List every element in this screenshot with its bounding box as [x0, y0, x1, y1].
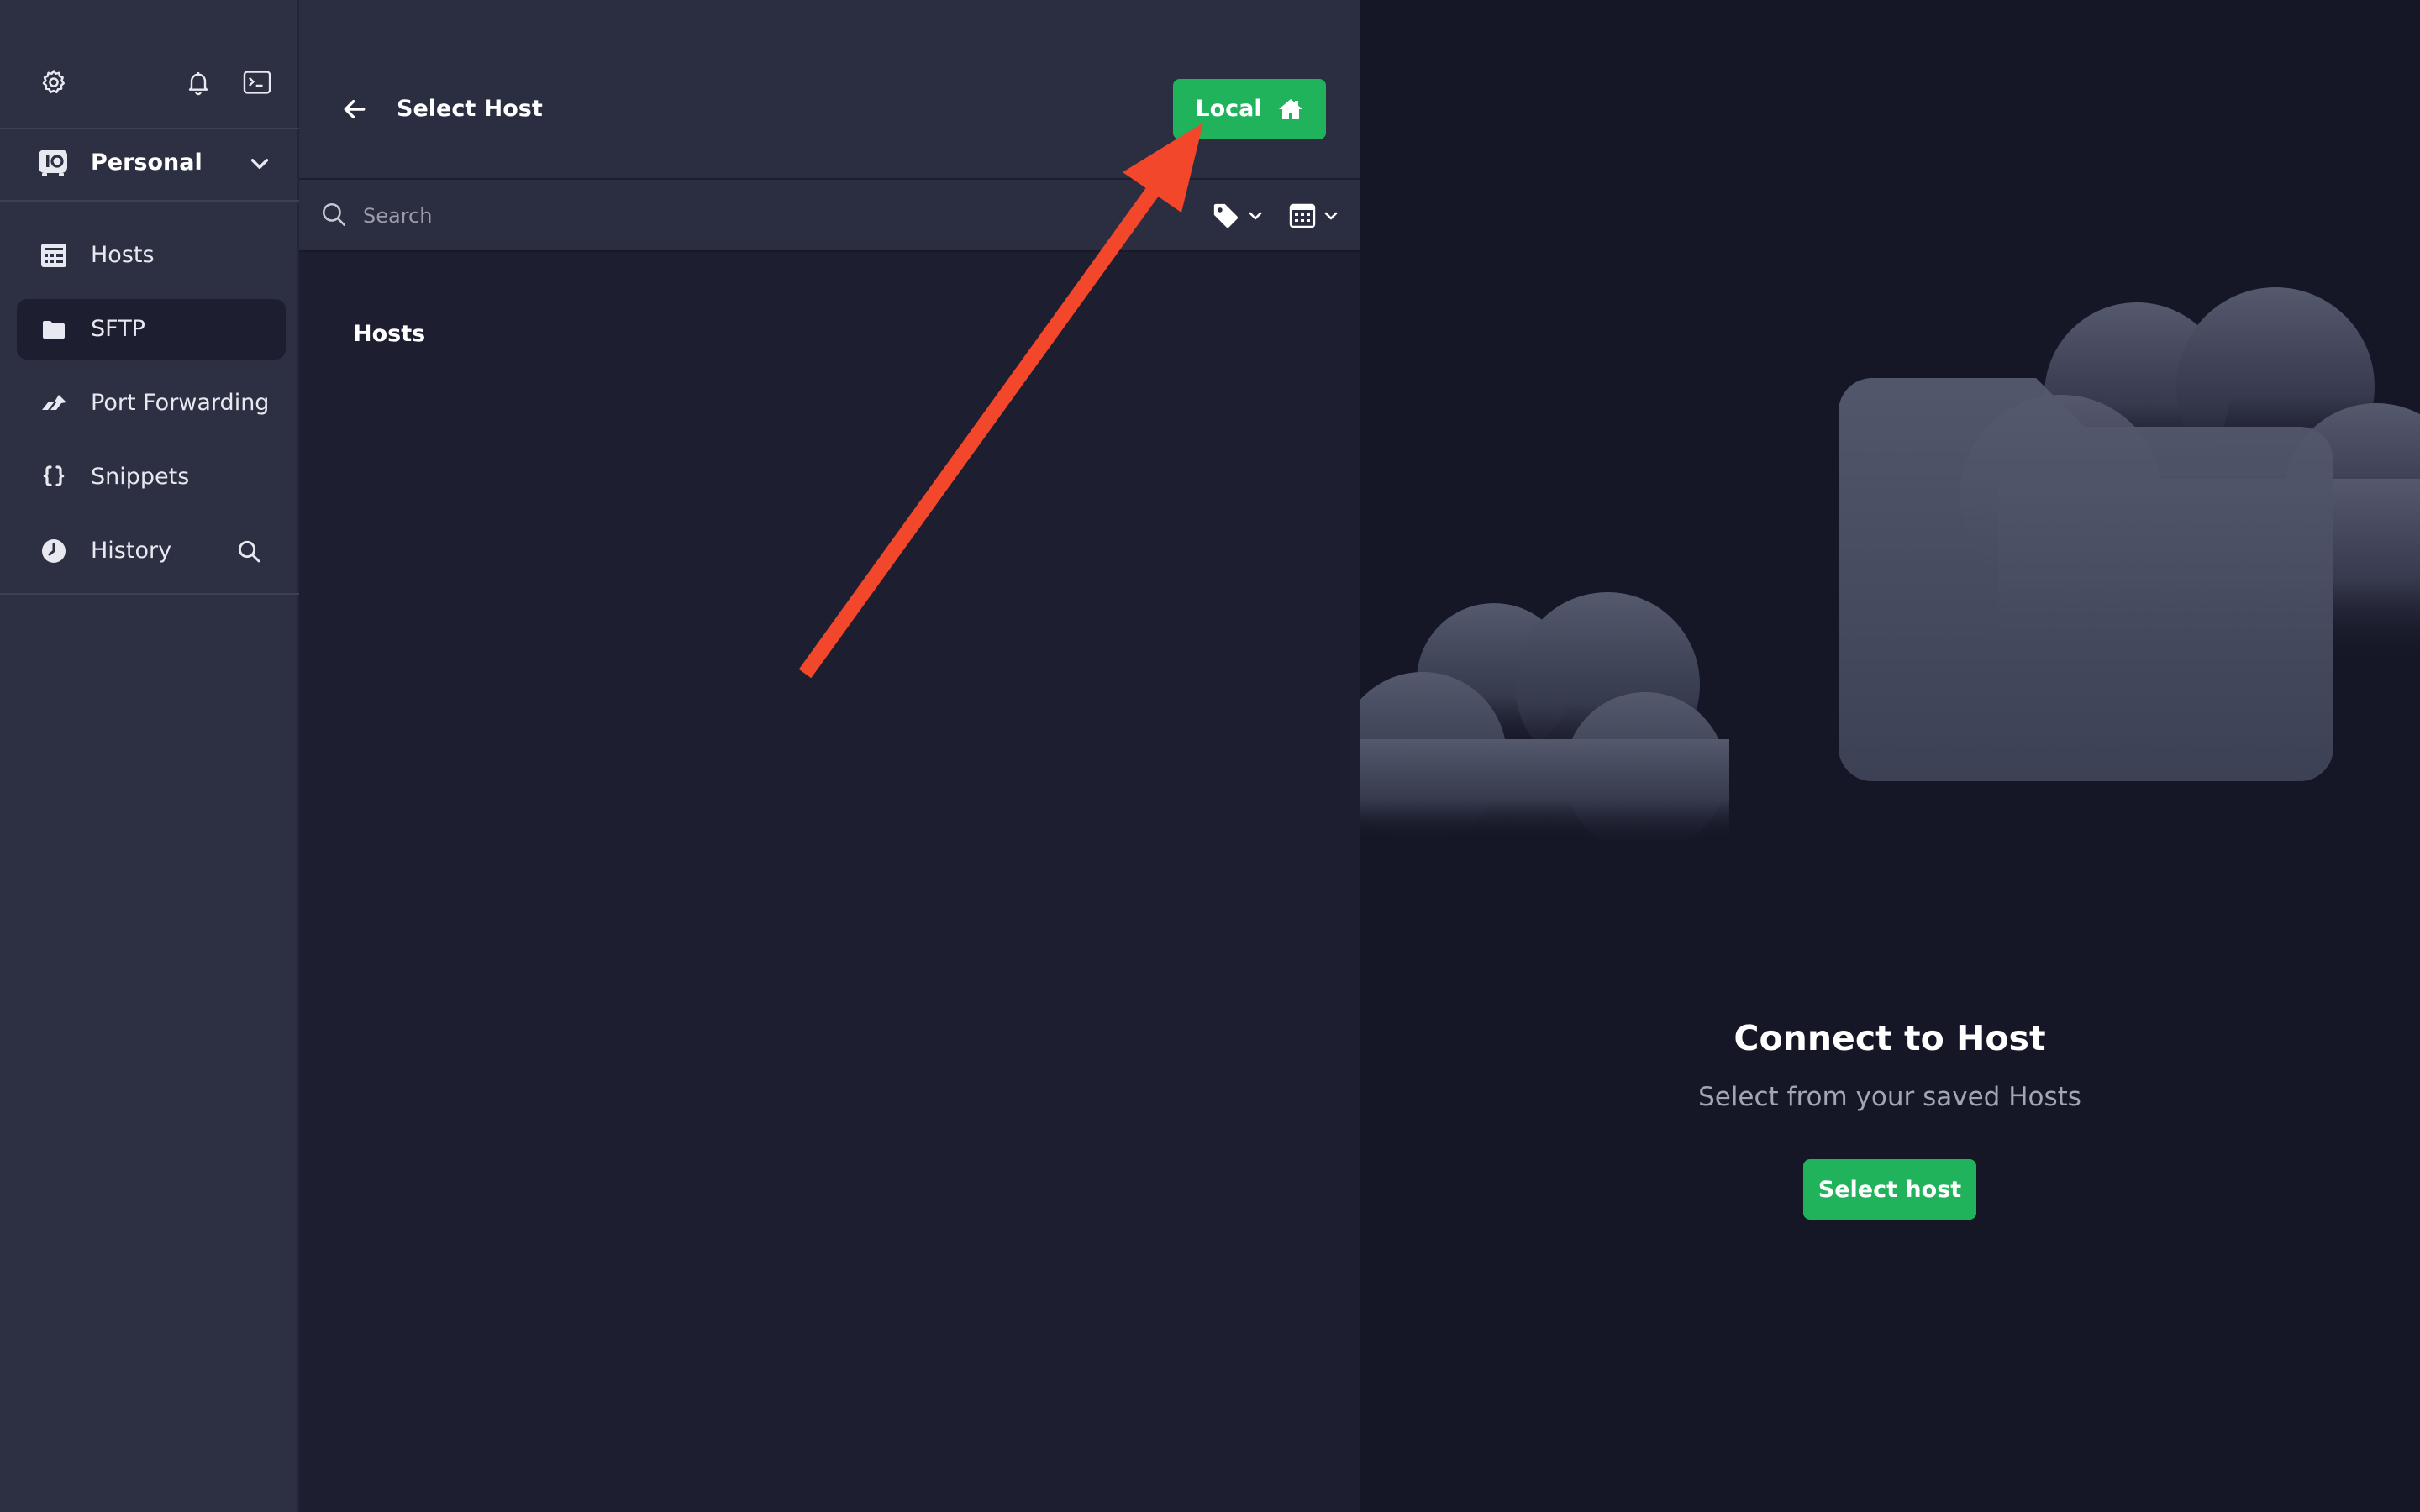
terminal-icon[interactable]	[240, 66, 274, 99]
hosts-grid-icon	[39, 240, 69, 270]
tag-filter-button[interactable]	[1212, 198, 1270, 234]
select-host-button[interactable]: Select host	[1803, 1159, 1976, 1220]
sidebar-item-snippets[interactable]: Snippets	[17, 447, 286, 507]
gear-icon[interactable]	[37, 66, 71, 99]
sidebar-item-label: Port Forwarding	[91, 390, 270, 416]
sidebar-item-hosts[interactable]: Hosts	[17, 225, 286, 286]
divider	[0, 593, 299, 595]
sidebar-item-label: History	[91, 538, 172, 564]
vault-logo-icon	[37, 148, 69, 178]
back-arrow-icon[interactable]	[338, 92, 371, 126]
sidebar-toolbar	[0, 0, 299, 128]
vault-name: Personal	[91, 150, 203, 176]
chevron-down-icon	[245, 150, 274, 178]
search-input[interactable]	[361, 195, 869, 237]
search-icon[interactable]	[232, 534, 266, 568]
sidebar-item-label: SFTP	[91, 316, 145, 342]
home-icon	[1278, 99, 1302, 119]
braces-icon	[39, 462, 69, 492]
sidebar: Personal Hosts SFTP Port Forwarding Snip…	[0, 0, 299, 1512]
tag-icon	[1213, 203, 1239, 228]
folder-shape	[1839, 378, 2333, 781]
empty-state-subtitle: Select from your saved Hosts	[1698, 1082, 2081, 1112]
page-title: Select Host	[397, 96, 543, 122]
view-mode-button[interactable]	[1289, 198, 1348, 234]
vault-selector[interactable]: Personal	[0, 129, 299, 198]
host-picker-header: Select Host Local	[299, 0, 1360, 178]
hosts-section-title: Hosts	[353, 321, 426, 347]
local-button-label: Local	[1195, 96, 1262, 122]
divider	[0, 200, 299, 202]
grid-view-icon	[1289, 203, 1316, 228]
sftp-empty-state: Connect to Host Select from your saved H…	[1360, 0, 2420, 1512]
host-picker-panel: Select Host Local Search Hosts	[299, 0, 1360, 1512]
sidebar-item-label: Hosts	[91, 242, 155, 268]
chevron-down-icon	[1249, 212, 1262, 220]
local-button[interactable]: Local	[1173, 79, 1326, 139]
sidebar-item-label: Snippets	[91, 464, 190, 490]
chevron-down-icon	[1324, 212, 1338, 220]
folder-icon	[39, 314, 69, 344]
bell-icon[interactable]	[182, 66, 215, 99]
cloud-front	[1360, 592, 1729, 840]
port-forwarding-icon	[39, 388, 69, 418]
empty-state-title: Connect to Host	[1733, 1018, 2046, 1058]
search-bar	[299, 178, 1360, 252]
folder-clouds-illustration	[1360, 287, 2420, 840]
sidebar-item-sftp[interactable]: SFTP	[17, 299, 286, 360]
sidebar-item-history[interactable]: History	[17, 521, 286, 581]
search-icon	[319, 200, 350, 230]
clock-icon	[39, 536, 69, 566]
sidebar-item-port-forwarding[interactable]: Port Forwarding	[17, 373, 286, 433]
